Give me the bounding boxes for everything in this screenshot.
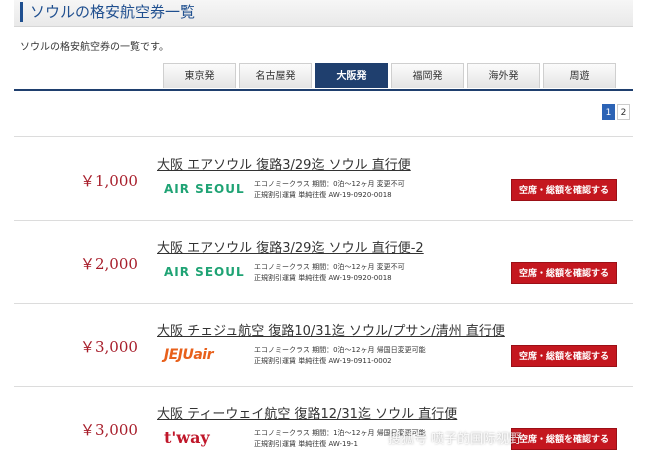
details-line-2: 正規割引運賃 単純往復 AW-19-0920-0018 — [254, 274, 392, 282]
list-item: ￥2,000 大阪 エアソウル 復路3/29迄 ソウル 直行便-2 AIR SE… — [14, 220, 633, 304]
price: ￥3,000 — [80, 338, 138, 356]
page-title: ソウルの格安航空券一覧 — [30, 3, 196, 21]
details-line-1: エコノミークラス 期間：0泊～12ヶ月 変更不可 — [254, 180, 405, 188]
departure-tabs: 東京発 名古屋発 大阪発 福岡発 海外発 周遊 — [163, 63, 619, 89]
confirm-availability-button[interactable]: 空席・総額を確認する — [511, 179, 617, 201]
page-2-link[interactable]: 2 — [617, 104, 630, 120]
tab-fukuoka[interactable]: 福岡発 — [391, 63, 464, 88]
header-accent — [20, 2, 23, 22]
tab-round-trip[interactable]: 周遊 — [543, 63, 616, 88]
list-item: ￥3,000 大阪 ティーウェイ航空 復路12/31迄 ソウル 直行便 t'wa… — [14, 386, 633, 469]
tab-tokyo[interactable]: 東京発 — [163, 63, 236, 88]
pagination: 1 2 — [602, 104, 632, 120]
details-line-2: 正規割引運賃 単純往復 AW-19-0920-0018 — [254, 191, 392, 199]
page-subtitle: ソウルの格安航空券の一覧です。 — [20, 42, 169, 53]
tab-osaka[interactable]: 大阪発 — [315, 63, 388, 88]
price: ￥2,000 — [80, 255, 138, 273]
airline-logo: JEJUair — [164, 347, 214, 363]
tab-nagoya[interactable]: 名古屋発 — [239, 63, 312, 88]
airline-logo: AIR SEOUL — [164, 182, 245, 196]
tab-underline — [14, 89, 633, 91]
details-line-1: エコノミークラス 期間：0泊～12ヶ月 帰国日変更可能 — [254, 346, 426, 354]
item-title-link[interactable]: 大阪 チェジュ航空 復路10/31迄 ソウル/プサン/清州 直行便 — [157, 320, 505, 339]
item-title-link[interactable]: 大阪 エアソウル 復路3/29迄 ソウル 直行便 — [157, 154, 411, 173]
item-details: エコノミークラス 期間：0泊～12ヶ月 変更不可 正規割引運賃 単純往復 AW-… — [254, 179, 405, 201]
tab-overseas[interactable]: 海外発 — [467, 63, 540, 88]
airline-logo: t'way — [164, 428, 210, 447]
confirm-availability-button[interactable]: 空席・総額を確認する — [511, 428, 617, 450]
page-1-link[interactable]: 1 — [602, 104, 615, 120]
list-item: ￥3,000 大阪 チェジュ航空 復路10/31迄 ソウル/プサン/清州 直行便… — [14, 303, 633, 387]
details-line-2: 正規割引運賃 単純往復 AW-19-0911-0002 — [254, 357, 392, 365]
watermark: 搜狐号 喷子的国际视野 — [388, 432, 523, 447]
item-title-link[interactable]: 大阪 ティーウェイ航空 復路12/31迄 ソウル 直行便 — [157, 403, 457, 422]
page-header: ソウルの格安航空券一覧 — [14, 0, 633, 27]
item-details: エコノミークラス 期間：0泊～12ヶ月 変更不可 正規割引運賃 単純往復 AW-… — [254, 262, 405, 284]
confirm-availability-button[interactable]: 空席・総額を確認する — [511, 262, 617, 284]
price: ￥3,000 — [80, 421, 138, 439]
list-item: ￥1,000 大阪 エアソウル 復路3/29迄 ソウル 直行便 AIR SEOU… — [14, 137, 633, 221]
price: ￥1,000 — [80, 172, 138, 190]
item-title-link[interactable]: 大阪 エアソウル 復路3/29迄 ソウル 直行便-2 — [157, 237, 424, 256]
details-line-1: エコノミークラス 期間：0泊～12ヶ月 変更不可 — [254, 263, 405, 271]
confirm-availability-button[interactable]: 空席・総額を確認する — [511, 345, 617, 367]
item-details: エコノミークラス 期間：0泊～12ヶ月 帰国日変更可能 正規割引運賃 単純往復 … — [254, 345, 426, 367]
airline-logo: AIR SEOUL — [164, 265, 245, 279]
